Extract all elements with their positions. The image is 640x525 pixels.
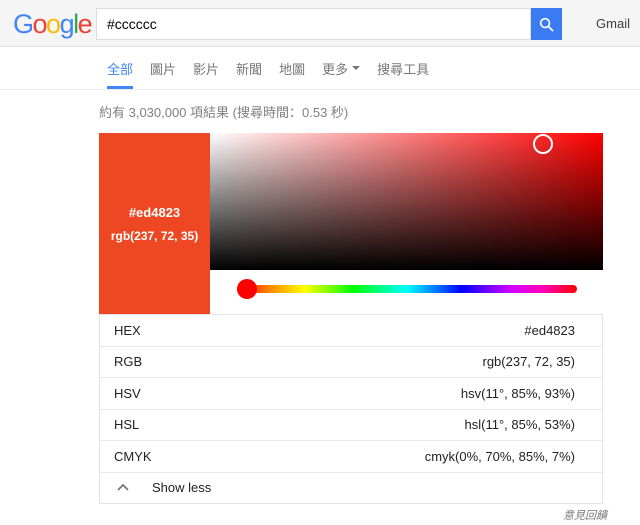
row-value: hsl(11°, 85%, 53%) (464, 417, 575, 433)
tab-label: 地圖 (279, 61, 306, 77)
table-row-hex: HEX #ed4823 (100, 315, 602, 346)
row-value: rgb(237, 72, 35) (482, 354, 575, 370)
table-row-cmyk: CMYK cmyk(0%, 70%, 85%, 7%) (100, 440, 602, 472)
search-box (96, 8, 531, 40)
show-less-label: Show less (152, 480, 212, 496)
search-input[interactable] (97, 9, 530, 39)
color-picker-card: #ed4823 rgb(237, 72, 35) HEX #ed4823 RGB… (99, 133, 603, 504)
table-row-rgb: RGB rgb(237, 72, 35) (100, 345, 602, 378)
color-selector-circle[interactable] (533, 134, 553, 154)
feedback-link[interactable]: 意見回饋 (563, 507, 607, 523)
tab-images[interactable]: 圖片 (150, 47, 176, 89)
tab-all[interactable]: 全部 (107, 47, 134, 89)
tab-videos[interactable]: 影片 (193, 47, 219, 89)
tab-label: 新聞 (236, 61, 263, 77)
hue-slider[interactable] (237, 285, 577, 293)
row-label: HEX (114, 322, 141, 338)
google-search-results-page: Google Gmail 全部 圖片 影片 新聞 (0, 0, 640, 525)
color-swatch: #ed4823 rgb(237, 72, 35) (99, 133, 210, 314)
row-label: HSL (114, 417, 140, 433)
color-values-table: HEX #ed4823 RGB rgb(237, 72, 35) HSV hsv… (99, 314, 603, 504)
saturation-value-area[interactable] (210, 133, 603, 270)
swatch-hex-label: #ed4823 (128, 204, 181, 220)
tab-more[interactable]: 更多 (322, 47, 361, 89)
row-label: HSV (114, 385, 141, 401)
tab-label: 搜尋工具 (377, 61, 430, 77)
tab-search-tools[interactable]: 搜尋工具 (377, 47, 429, 89)
search-icon (538, 16, 555, 33)
row-value: hsv(11°, 85%, 93%) (460, 385, 575, 401)
hue-slider-thumb[interactable] (237, 279, 257, 299)
tab-label: 全部 (107, 61, 134, 77)
tab-label: 圖片 (150, 61, 177, 77)
logo-letter: G (13, 9, 34, 39)
row-value: cmyk(0%, 70%, 85%, 7%) (424, 448, 575, 464)
results-tabs: 全部 圖片 影片 新聞 地圖 更多 搜尋工具 (0, 47, 640, 90)
logo-letter: g (59, 9, 75, 39)
logo-letter: e (77, 9, 93, 39)
gmail-link[interactable]: Gmail (596, 16, 630, 31)
tab-label: 影片 (193, 61, 220, 77)
row-label: RGB (114, 354, 143, 370)
table-row-hsv: HSV hsv(11°, 85%, 93%) (100, 377, 602, 409)
table-row-hsl: HSL hsl(11°, 85%, 53%) (100, 408, 602, 441)
show-less-button[interactable]: Show less (100, 471, 602, 504)
results-stats: 約有 3,030,000 項結果 (搜尋時間：0.53 秒) (99, 105, 349, 120)
search-button[interactable] (531, 8, 562, 40)
tab-maps[interactable]: 地圖 (279, 47, 305, 89)
logo-letter: o (46, 9, 61, 39)
google-logo[interactable]: Google (13, 9, 93, 40)
chevron-up-icon (116, 483, 130, 492)
logo-letter: o (32, 9, 48, 39)
caret-down-icon (352, 66, 361, 70)
search-header: Google Gmail (0, 0, 640, 47)
swatch-rgb-label: rgb(237, 72, 35) (110, 228, 199, 243)
row-label: CMYK (114, 448, 152, 464)
tab-label: 更多 (322, 61, 349, 77)
tab-news[interactable]: 新聞 (236, 47, 262, 89)
row-value: #ed4823 (524, 322, 575, 338)
